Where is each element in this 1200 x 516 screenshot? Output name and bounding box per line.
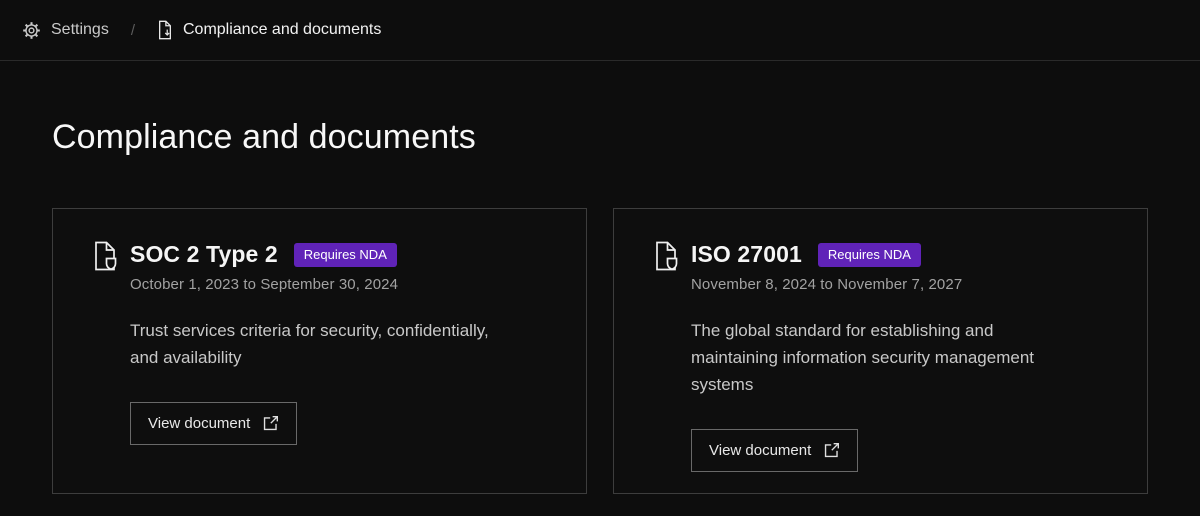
breadcrumb-separator: / bbox=[131, 22, 135, 39]
card-title: ISO 27001 bbox=[691, 241, 802, 268]
card-description: The global standard for establishing and… bbox=[691, 317, 1034, 398]
launch-icon bbox=[262, 415, 279, 432]
breadcrumb-settings-label: Settings bbox=[51, 21, 109, 39]
compliance-card-soc2: SOC 2 Type 2 Requires NDA October 1, 202… bbox=[52, 208, 587, 494]
launch-icon bbox=[823, 442, 840, 459]
card-date-range: October 1, 2023 to September 30, 2024 bbox=[130, 276, 398, 293]
card-description: Trust services criteria for security, co… bbox=[130, 317, 489, 371]
main-content: Compliance and documents SOC 2 Type 2 Re… bbox=[0, 118, 1200, 494]
compliance-card-iso27001: ISO 27001 Requires NDA November 8, 2024 … bbox=[613, 208, 1148, 494]
gear-icon bbox=[22, 21, 41, 40]
requires-nda-badge: Requires NDA bbox=[818, 243, 921, 267]
document-shield-icon bbox=[93, 241, 117, 271]
breadcrumb: Settings / Compliance and documents bbox=[22, 20, 381, 40]
compliance-cards: SOC 2 Type 2 Requires NDA October 1, 202… bbox=[52, 208, 1148, 494]
card-date-range: November 8, 2024 to November 7, 2027 bbox=[691, 276, 962, 293]
breadcrumb-item-settings[interactable]: Settings bbox=[22, 21, 109, 40]
breadcrumb-current-label: Compliance and documents bbox=[183, 21, 381, 39]
view-document-button[interactable]: View document bbox=[130, 402, 297, 445]
view-document-label: View document bbox=[148, 416, 250, 431]
view-document-label: View document bbox=[709, 443, 811, 458]
document-shield-icon bbox=[654, 241, 678, 271]
page-title: Compliance and documents bbox=[52, 118, 1148, 157]
card-title: SOC 2 Type 2 bbox=[130, 241, 278, 268]
top-bar: Settings / Compliance and documents bbox=[0, 0, 1200, 61]
requires-nda-badge: Requires NDA bbox=[294, 243, 397, 267]
document-download-icon bbox=[157, 20, 173, 40]
breadcrumb-item-current: Compliance and documents bbox=[157, 20, 381, 40]
view-document-button[interactable]: View document bbox=[691, 429, 858, 472]
